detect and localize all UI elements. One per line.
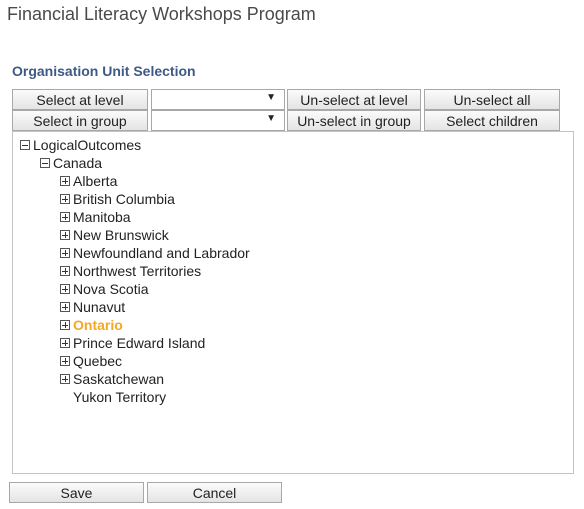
- tree-node-root[interactable]: LogicalOutcomes: [20, 136, 141, 154]
- group-select[interactable]: ▼: [151, 110, 285, 131]
- expand-plus-icon[interactable]: [60, 356, 70, 366]
- expand-plus-icon[interactable]: [60, 320, 70, 330]
- expand-plus-icon[interactable]: [60, 194, 70, 204]
- dropdown-arrow-icon: ▼: [266, 113, 276, 124]
- tree-node-province[interactable]: Saskatchewan: [60, 370, 164, 388]
- expand-plus-icon[interactable]: [60, 266, 70, 276]
- tree-node-label[interactable]: Newfoundland and Labrador: [73, 245, 250, 261]
- tree-node-label[interactable]: Yukon Territory: [73, 389, 166, 405]
- tree-node-province[interactable]: Yukon Territory: [73, 388, 166, 406]
- tree-node-province[interactable]: Northwest Territories: [60, 262, 201, 280]
- tree-node-province-selected[interactable]: Ontario: [60, 316, 123, 334]
- collapse-minus-icon[interactable]: [20, 140, 30, 150]
- tree-node-label[interactable]: Northwest Territories: [73, 263, 201, 279]
- unselect-at-level-button[interactable]: Un-select at level: [287, 89, 421, 110]
- unselect-all-button[interactable]: Un-select all: [424, 89, 560, 110]
- tree-node-province[interactable]: Alberta: [60, 172, 117, 190]
- tree-node-label[interactable]: Ontario: [73, 317, 123, 333]
- expand-plus-icon[interactable]: [60, 230, 70, 240]
- expand-plus-icon[interactable]: [60, 302, 70, 312]
- tree-node-label[interactable]: New Brunswick: [73, 227, 169, 243]
- tree-node-label[interactable]: Nunavut: [73, 299, 125, 315]
- dropdown-arrow-icon: ▼: [266, 92, 276, 103]
- org-unit-tree[interactable]: LogicalOutcomes Canada Alberta British C…: [12, 131, 574, 474]
- tree-node-label[interactable]: Prince Edward Island: [73, 335, 205, 351]
- save-button[interactable]: Save: [9, 482, 144, 503]
- tree-node-label[interactable]: Saskatchewan: [73, 371, 164, 387]
- tree-node-label[interactable]: LogicalOutcomes: [33, 137, 141, 153]
- tree-node-province[interactable]: Newfoundland and Labrador: [60, 244, 250, 262]
- expand-plus-icon[interactable]: [60, 248, 70, 258]
- tree-node-label[interactable]: Canada: [53, 155, 102, 171]
- expand-plus-icon[interactable]: [60, 374, 70, 384]
- tree-node-province[interactable]: Prince Edward Island: [60, 334, 205, 352]
- cancel-button[interactable]: Cancel: [147, 482, 282, 503]
- tree-node-province[interactable]: Quebec: [60, 352, 122, 370]
- tree-node-label[interactable]: Nova Scotia: [73, 281, 148, 297]
- page-title: Financial Literacy Workshops Program: [7, 4, 316, 24]
- tree-node-canada[interactable]: Canada: [40, 154, 102, 172]
- expand-plus-icon[interactable]: [60, 284, 70, 294]
- section-title: Organisation Unit Selection: [12, 63, 196, 79]
- select-in-group-button[interactable]: Select in group: [12, 110, 148, 131]
- tree-node-label[interactable]: British Columbia: [73, 191, 175, 207]
- select-children-button[interactable]: Select children: [424, 110, 560, 131]
- tree-node-province[interactable]: Manitoba: [60, 208, 131, 226]
- tree-node-province[interactable]: Nova Scotia: [60, 280, 148, 298]
- tree-node-province[interactable]: Nunavut: [60, 298, 125, 316]
- tree-node-province[interactable]: New Brunswick: [60, 226, 169, 244]
- select-at-level-button[interactable]: Select at level: [12, 89, 148, 110]
- tree-node-label[interactable]: Manitoba: [73, 209, 131, 225]
- expand-plus-icon[interactable]: [60, 176, 70, 186]
- expand-plus-icon[interactable]: [60, 212, 70, 222]
- tree-node-province[interactable]: British Columbia: [60, 190, 175, 208]
- unselect-in-group-button[interactable]: Un-select in group: [287, 110, 421, 131]
- level-select[interactable]: ▼: [151, 89, 285, 110]
- tree-node-label[interactable]: Quebec: [73, 353, 122, 369]
- tree-node-label[interactable]: Alberta: [73, 173, 117, 189]
- collapse-minus-icon[interactable]: [40, 158, 50, 168]
- expand-plus-icon[interactable]: [60, 338, 70, 348]
